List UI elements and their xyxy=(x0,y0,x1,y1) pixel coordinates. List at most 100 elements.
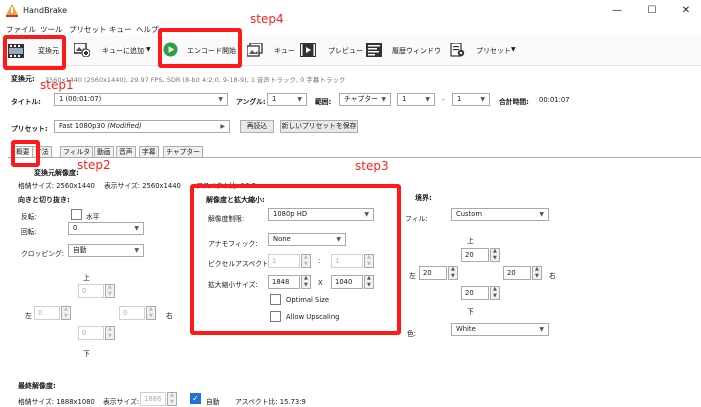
crop-right-field[interactable]: 0 xyxy=(119,306,145,320)
start-encode-button-label[interactable]: エンコード開始 xyxy=(187,46,236,56)
final-display-stepper[interactable] xyxy=(167,392,177,406)
source-storage-size: 格納サイズ: 2560x1440 xyxy=(18,182,95,190)
queue-button-label[interactable]: キュー xyxy=(274,46,295,56)
crop-bottom-label: 下 xyxy=(83,350,90,358)
anamorphic-select[interactable]: None ▼ xyxy=(268,233,346,246)
close-button[interactable]: ✕ xyxy=(674,3,698,19)
border-bottom-stepper[interactable] xyxy=(490,286,500,300)
tab-video[interactable]: 動画 xyxy=(94,146,114,157)
scaled-width-field[interactable]: 1848 xyxy=(268,275,300,289)
scaled-width-stepper[interactable] xyxy=(301,275,311,289)
preset-label: プリセット: xyxy=(11,125,48,133)
flip-horizontal-checkbox[interactable] xyxy=(71,209,82,220)
start-encode-icon[interactable] xyxy=(163,42,178,57)
title-bar xyxy=(0,0,701,22)
minimize-button[interactable]: — xyxy=(605,3,629,19)
chevron-down-icon: ▼ xyxy=(134,225,139,232)
step4-label: step4 xyxy=(250,12,284,26)
presets-chevron-down-icon[interactable]: ▼ xyxy=(511,46,516,53)
border-right-stepper[interactable] xyxy=(532,266,542,280)
title-select[interactable]: 1 (00:01:07) ▼ xyxy=(54,93,228,106)
menu-tools[interactable]: ツール xyxy=(40,24,63,35)
crop-bottom-stepper[interactable] xyxy=(105,326,115,340)
source-button-label[interactable]: 変換元 xyxy=(38,46,59,56)
crop-bottom-field[interactable]: 0 xyxy=(78,326,104,340)
resolution-limit-value: 1080p HD xyxy=(273,210,308,218)
crop-right-stepper[interactable] xyxy=(146,306,156,320)
scaled-height-stepper[interactable] xyxy=(364,275,374,289)
preset-name: Fast 1080p30 xyxy=(59,122,106,130)
maximize-button[interactable]: ☐ xyxy=(640,3,664,19)
border-left-stepper[interactable] xyxy=(448,266,458,280)
angle-select[interactable]: 1 ▼ xyxy=(267,93,307,106)
tab-audio[interactable]: 音声 xyxy=(116,146,136,157)
range-label: 範囲: xyxy=(315,98,332,106)
add-queue-icon[interactable] xyxy=(74,43,90,57)
menu-file[interactable]: ファイル xyxy=(6,24,36,35)
color-select[interactable]: White ▼ xyxy=(451,323,549,336)
anamorphic-value: None xyxy=(273,235,291,243)
range-to-select[interactable]: 1 ▼ xyxy=(452,93,490,106)
pixel-aspect-y-field[interactable]: 1 xyxy=(331,254,363,268)
border-left-field[interactable]: 20 xyxy=(419,266,447,280)
cropping-select[interactable]: 自動 ▼ xyxy=(68,244,144,257)
orientation-crop-title: 向きと切り抜き: xyxy=(18,196,70,204)
scaled-height-field[interactable]: 1040 xyxy=(331,275,363,289)
chevron-down-icon: ▼ xyxy=(539,211,544,218)
rotate-select[interactable]: 0 ▼ xyxy=(68,222,144,235)
range-from-select[interactable]: 1 ▼ xyxy=(397,93,435,106)
fill-select[interactable]: Custom ▼ xyxy=(451,208,549,221)
final-auto-checkbox[interactable]: ✓ xyxy=(190,393,201,404)
reload-preset-button[interactable]: 再読込 xyxy=(240,120,274,133)
preset-selector[interactable]: Fast 1080p30 (Modified) ▶ xyxy=(54,120,230,133)
color-label: 色: xyxy=(407,330,417,338)
tab-dimensions[interactable]: 寸法 xyxy=(32,146,52,157)
angle-label: アングル: xyxy=(236,98,266,106)
menu-queue[interactable]: キュー xyxy=(109,24,132,35)
final-resolution-title: 最終解像度: xyxy=(18,382,56,390)
pixel-aspect-x-stepper[interactable] xyxy=(301,254,311,268)
presets-button-label[interactable]: プリセット xyxy=(476,46,511,56)
range-type-value: チャプター xyxy=(344,95,378,103)
pixel-aspect-x-field[interactable]: 1 xyxy=(268,254,300,268)
queue-icon[interactable] xyxy=(247,43,263,57)
allow-upscaling-checkbox[interactable] xyxy=(270,311,281,322)
chevron-down-icon[interactable]: ▼ xyxy=(146,46,151,53)
optimal-size-checkbox[interactable] xyxy=(270,294,281,305)
range-type-select[interactable]: チャプター ▼ xyxy=(339,93,391,106)
border-top-stepper[interactable] xyxy=(490,248,500,262)
activity-log-icon[interactable] xyxy=(366,43,382,57)
menu-help[interactable]: ヘルプ xyxy=(136,24,159,35)
tab-subtitles[interactable]: 字幕 xyxy=(139,146,159,157)
pixel-aspect-y-stepper[interactable] xyxy=(364,254,374,268)
final-display-field[interactable]: 1888 xyxy=(140,392,166,406)
chevron-down-icon: ▼ xyxy=(336,236,341,243)
color-value: White xyxy=(456,325,476,333)
presets-icon[interactable] xyxy=(449,43,465,57)
activity-log-button-label[interactable]: 履歴ウィンドウ xyxy=(392,46,441,56)
add-to-queue-button-label[interactable]: キューに追加 xyxy=(102,46,144,56)
preview-icon[interactable] xyxy=(300,43,316,57)
chevron-down-icon: ▼ xyxy=(134,247,139,254)
border-right-label: 右 xyxy=(549,272,556,280)
save-new-preset-button[interactable]: 新しいプリセットを保存 xyxy=(280,120,358,133)
crop-left-field[interactable]: 0 xyxy=(34,306,60,320)
preview-button-label[interactable]: プレビュー xyxy=(328,46,363,56)
border-top-field[interactable]: 20 xyxy=(461,248,489,262)
resolution-limit-select[interactable]: 1080p HD ▼ xyxy=(268,208,374,221)
border-right-field[interactable]: 20 xyxy=(503,266,531,280)
source-info-label: 変換元: xyxy=(11,75,35,83)
crop-top-stepper[interactable] xyxy=(105,284,115,298)
menu-presets[interactable]: プリセット xyxy=(69,24,107,35)
tab-filters[interactable]: フィルタ xyxy=(60,146,94,157)
crop-left-stepper[interactable] xyxy=(61,306,71,320)
film-source-icon[interactable] xyxy=(8,44,24,58)
final-aspect: アスペクト比: 15.73:9 xyxy=(235,398,306,406)
crop-top-field[interactable]: 0 xyxy=(78,284,104,298)
tab-chapters[interactable]: チャプター xyxy=(163,146,203,157)
cropping-value: 自動 xyxy=(73,246,87,254)
resolution-limit-label: 解像度制限: xyxy=(208,215,245,223)
resolution-scaling-title: 解像度と拡大縮小: xyxy=(206,196,265,204)
border-bottom-field[interactable]: 20 xyxy=(461,286,489,300)
tab-summary[interactable]: 概要 xyxy=(13,146,33,157)
